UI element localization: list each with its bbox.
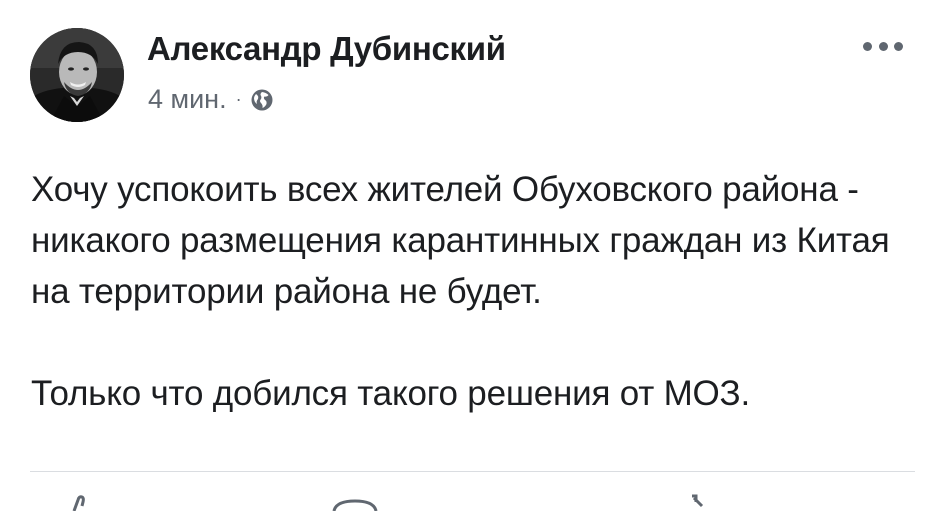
post-paragraph: Хочу успокоить всех жителей Обуховского …: [31, 170, 890, 311]
author-name[interactable]: Александр Дубинский: [147, 30, 506, 68]
avatar[interactable]: [30, 28, 124, 122]
share-icon[interactable]: [680, 494, 720, 511]
more-dot: [863, 41, 872, 51]
meta-separator: ·: [235, 89, 242, 109]
post-actions: [0, 494, 945, 511]
post-paragraph: Только что добился такого решения от МОЗ…: [31, 374, 751, 413]
comment-icon[interactable]: [330, 494, 380, 511]
globe-icon: [250, 88, 274, 112]
post-time[interactable]: 4 мин.: [148, 84, 227, 115]
post-text: Хочу успокоить всех жителей Обуховского …: [31, 164, 911, 419]
like-icon[interactable]: [62, 494, 102, 511]
more-dot: [878, 41, 888, 51]
post-meta: 4 мин. ·: [148, 84, 274, 115]
more-options-icon[interactable]: [863, 38, 903, 54]
more-dot: [894, 41, 903, 51]
divider: [30, 471, 915, 472]
facebook-post: Александр Дубинский 4 мин. · Хочу успоко…: [0, 0, 945, 511]
